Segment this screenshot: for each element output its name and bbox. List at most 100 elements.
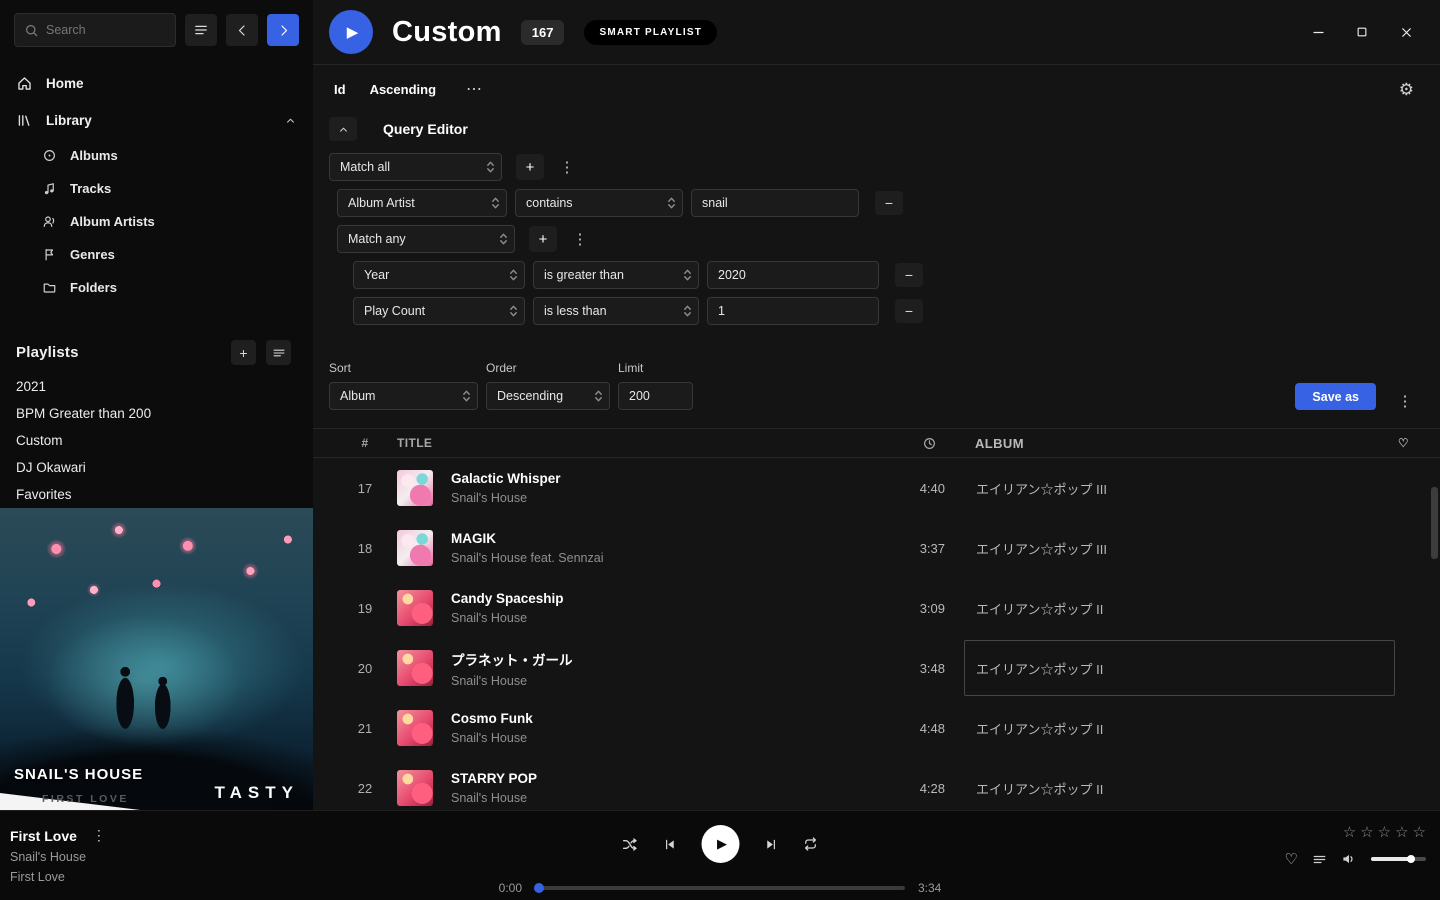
track-album-selected-cell[interactable]: エイリアン☆ポップ II	[964, 640, 1395, 696]
group-match-mode-select[interactable]: Match any	[337, 225, 515, 253]
seek-handle[interactable]	[534, 883, 544, 893]
more-options-button[interactable]: ⋯	[466, 79, 484, 99]
volume-slider[interactable]	[1371, 857, 1426, 861]
table-row[interactable]: 20 プラネット・ガール Snail's House 3:48 エイリアン☆ポッ…	[313, 638, 1440, 698]
rule-operator-select[interactable]: is greater than	[533, 261, 699, 289]
seek-slider[interactable]	[535, 886, 905, 890]
window-minimize-button[interactable]	[1308, 22, 1328, 42]
star-icon[interactable]: ☆	[1360, 823, 1373, 841]
column-title[interactable]: TITLE	[397, 436, 849, 450]
track-album[interactable]: エイリアン☆ポップ III	[964, 460, 1395, 516]
now-playing-artwork: SNAIL'S HOUSE FIRST LOVE TASTY	[0, 508, 313, 823]
next-icon	[764, 837, 779, 852]
now-playing-menu-button[interactable]: ⋮	[92, 827, 106, 844]
rule-value-input[interactable]	[707, 261, 879, 289]
track-album[interactable]: エイリアン☆ポップ III	[964, 520, 1395, 576]
sort-field-button[interactable]: Id	[334, 82, 346, 97]
rule-value-input[interactable]	[707, 297, 879, 325]
sidebar-item-folders[interactable]: Folders	[0, 271, 313, 304]
order-label: Order	[486, 361, 610, 375]
column-favorite[interactable]: ♡	[1395, 436, 1409, 450]
playlist-item-bpm[interactable]: BPM Greater than 200	[0, 400, 313, 427]
limit-input[interactable]	[618, 382, 693, 410]
back-button[interactable]	[226, 14, 258, 46]
chevron-up-icon[interactable]	[284, 114, 297, 127]
save-menu-button[interactable]: ⋮	[1396, 392, 1414, 410]
play-pause-button[interactable]: ▶	[702, 825, 740, 863]
window-close-button[interactable]	[1396, 22, 1416, 42]
search-box[interactable]	[14, 13, 176, 47]
rule-field-select[interactable]: Album Artist	[337, 189, 507, 217]
track-count-badge: 167	[521, 20, 565, 45]
save-as-button[interactable]: Save as	[1295, 383, 1376, 410]
star-icon[interactable]: ☆	[1395, 823, 1408, 841]
group-menu-button[interactable]: ⋮	[571, 230, 589, 248]
track-album[interactable]: エイリアン☆ポップ II	[964, 760, 1395, 810]
table-row[interactable]: 17 Galactic Whisper Snail's House 4:40 エ…	[313, 458, 1440, 518]
column-duration[interactable]	[849, 436, 945, 451]
star-icon[interactable]: ☆	[1378, 823, 1391, 841]
playlist-item-custom[interactable]: Custom	[0, 427, 313, 454]
remove-rule-button[interactable]: −	[895, 263, 923, 287]
playlist-item-2021[interactable]: 2021	[0, 373, 313, 400]
spinner-icon	[667, 196, 676, 211]
track-album[interactable]: エイリアン☆ポップ II	[964, 580, 1395, 636]
playlist-list-button[interactable]	[266, 340, 291, 365]
add-playlist-button[interactable]: +	[231, 340, 256, 365]
sidebar-item-home[interactable]: Home	[0, 65, 313, 102]
add-group-rule-button[interactable]: +	[529, 226, 557, 252]
forward-button[interactable]	[267, 14, 299, 46]
table-row[interactable]: 22 STARRY POP Snail's House 4:28 エイリアン☆ポ…	[313, 758, 1440, 810]
star-icon[interactable]: ☆	[1413, 823, 1426, 841]
rule-value-input[interactable]	[691, 189, 859, 217]
sidebar-item-albums[interactable]: Albums	[0, 139, 313, 172]
maximize-icon	[1355, 25, 1369, 39]
add-rule-button[interactable]: +	[516, 154, 544, 180]
shuffle-button[interactable]	[622, 836, 639, 853]
now-playing-album: First Love	[10, 870, 106, 884]
menu-button[interactable]	[185, 14, 217, 46]
track-number: 19	[333, 601, 397, 616]
track-album[interactable]: エイリアン☆ポップ II	[964, 700, 1395, 756]
table-row[interactable]: 18 MAGIK Snail's House feat. Sennzai 3:3…	[313, 518, 1440, 578]
volume-button[interactable]	[1341, 851, 1357, 867]
rule-field-select[interactable]: Year	[353, 261, 525, 289]
remove-rule-button[interactable]: −	[895, 299, 923, 323]
playlist-item-dj-okawari[interactable]: DJ Okawari	[0, 454, 313, 481]
heart-icon: ♡	[1285, 851, 1298, 868]
sort-direction-button[interactable]: Ascending	[370, 82, 436, 97]
next-button[interactable]	[764, 837, 779, 852]
table-row[interactable]: 21 Cosmo Funk Snail's House 4:48 エイリアン☆ポ…	[313, 698, 1440, 758]
track-number: 21	[333, 721, 397, 736]
star-icon[interactable]: ☆	[1343, 823, 1356, 841]
rule-group-menu-button[interactable]: ⋮	[558, 158, 576, 176]
column-index[interactable]: #	[333, 436, 397, 450]
track-artist: Snail's House	[451, 731, 849, 745]
gear-icon[interactable]: ⚙	[1399, 81, 1414, 98]
match-mode-select[interactable]: Match all	[329, 153, 502, 181]
window-maximize-button[interactable]	[1352, 22, 1372, 42]
table-row[interactable]: 19 Candy Spaceship Snail's House 3:09 エイ…	[313, 578, 1440, 638]
sidebar-item-library[interactable]: Library	[0, 102, 313, 139]
playlist-item-favorites[interactable]: Favorites	[0, 481, 313, 508]
volume-handle[interactable]	[1407, 855, 1415, 863]
order-select[interactable]: Descending	[486, 382, 610, 410]
sidebar-item-tracks[interactable]: Tracks	[0, 172, 313, 205]
collapse-query-editor-button[interactable]	[329, 117, 357, 141]
remove-rule-button[interactable]: −	[875, 191, 903, 215]
favorite-button[interactable]: ♡	[1285, 850, 1298, 868]
sidebar-item-album-artists[interactable]: Album Artists	[0, 205, 313, 238]
scrollbar-thumb[interactable]	[1431, 487, 1438, 559]
play-playlist-button[interactable]: ▶	[329, 10, 373, 54]
column-album[interactable]: ALBUM	[964, 436, 1395, 451]
rule-operator-select[interactable]: contains	[515, 189, 683, 217]
rule-field-select[interactable]: Play Count	[353, 297, 525, 325]
search-input[interactable]	[46, 23, 166, 37]
rule-operator-select[interactable]: is less than	[533, 297, 699, 325]
sort-by-select[interactable]: Album	[329, 382, 478, 410]
repeat-button[interactable]	[803, 836, 819, 852]
previous-button[interactable]	[663, 837, 678, 852]
minus-icon: −	[885, 195, 893, 211]
queue-button[interactable]	[1312, 852, 1327, 867]
sidebar-item-genres[interactable]: Genres	[0, 238, 313, 271]
